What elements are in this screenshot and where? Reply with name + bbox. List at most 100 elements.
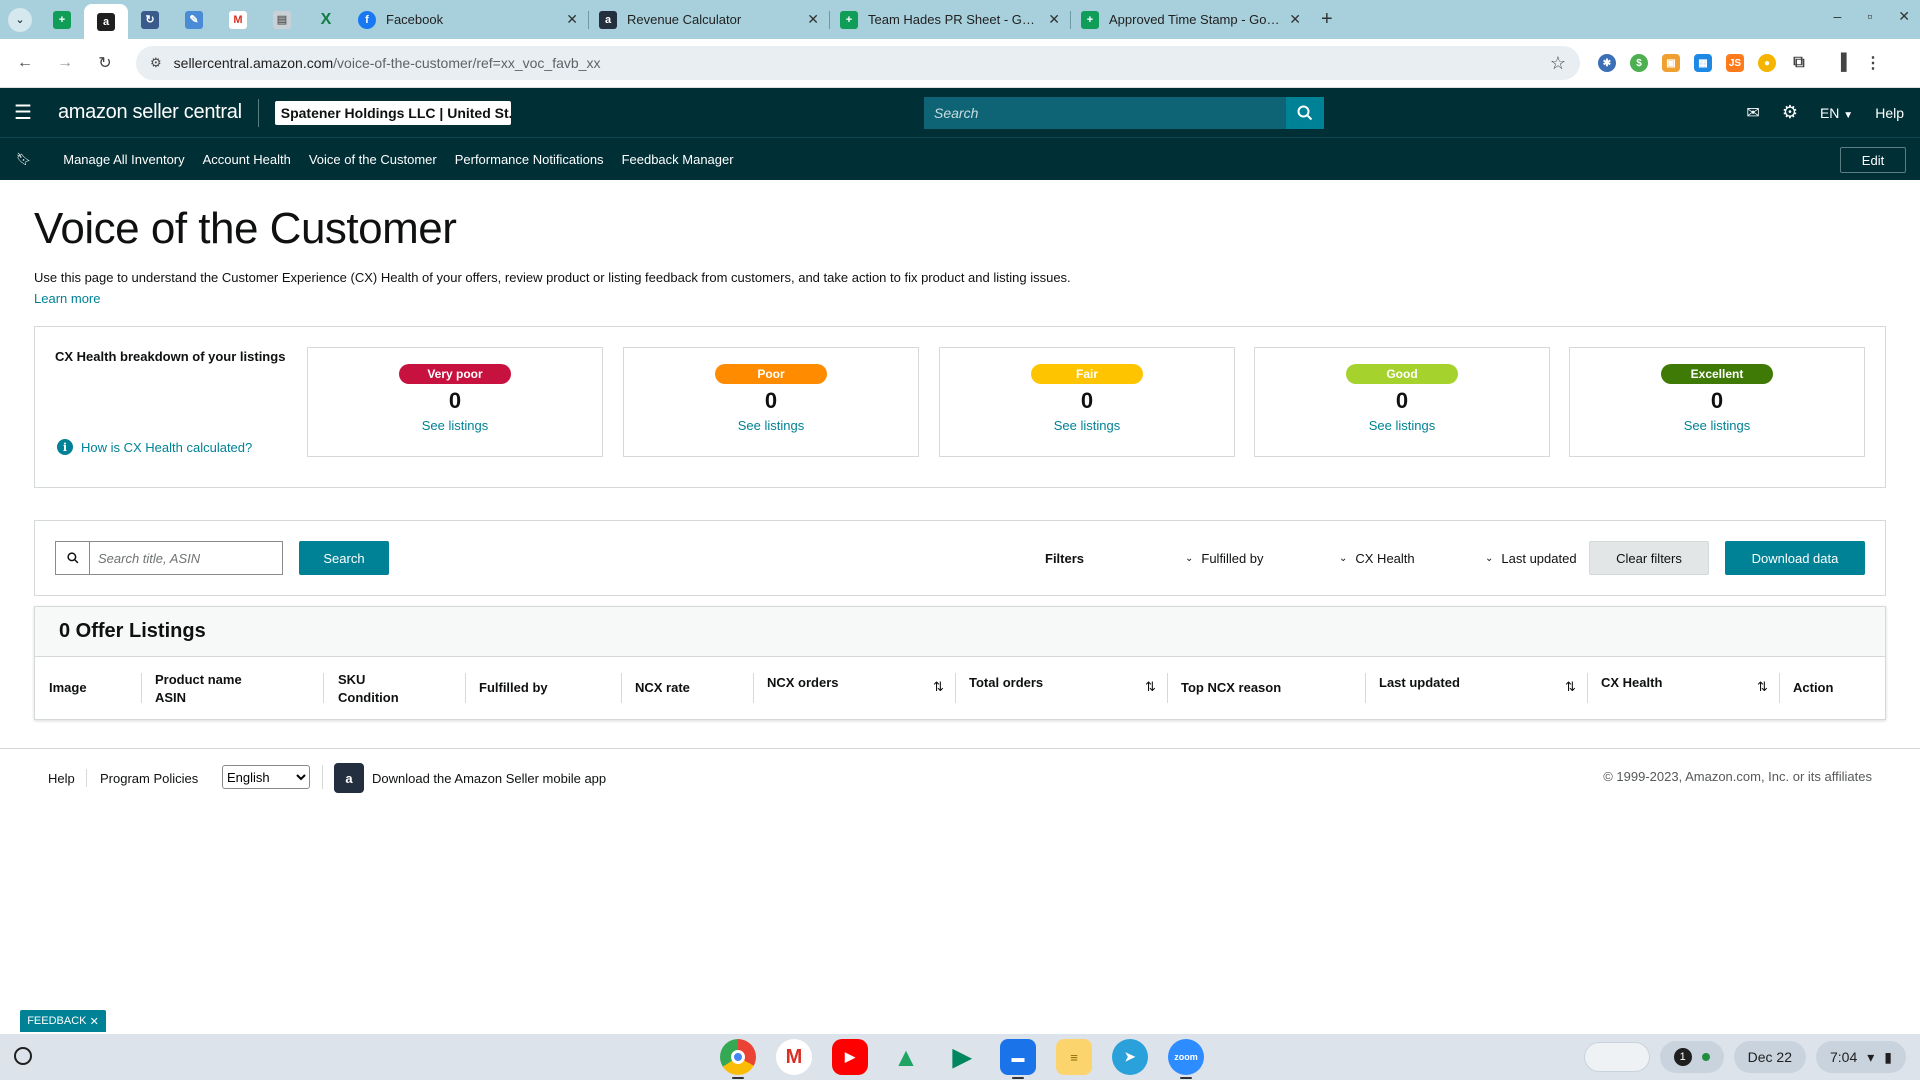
extension-icon[interactable]: ▦: [1694, 54, 1712, 72]
feedback-tab[interactable]: FEEDBACK ✕: [20, 1010, 106, 1032]
see-listings-link[interactable]: See listings: [1570, 418, 1864, 433]
zoom-icon[interactable]: zoom: [1168, 1039, 1204, 1079]
date-pill[interactable]: Dec 22: [1733, 1041, 1806, 1073]
fulfilled-by-dropdown[interactable]: ⌄ Fulfilled by: [1185, 551, 1264, 566]
tab-revenue-calculator[interactable]: a Revenue Calculator ✕: [589, 4, 829, 36]
see-listings-link[interactable]: See listings: [940, 418, 1234, 433]
seller-central-logo[interactable]: amazon seller central: [58, 101, 242, 124]
sort-icon[interactable]: ⇅: [1565, 679, 1576, 695]
nav-feedback-manager[interactable]: Feedback Manager: [622, 152, 734, 167]
side-panel-icon[interactable]: ▐: [1832, 54, 1850, 72]
notification-pill[interactable]: 1: [1659, 1041, 1724, 1073]
nav-voice-of-the-customer[interactable]: Voice of the Customer: [309, 152, 437, 167]
bookmark-star-icon[interactable]: ☆: [1550, 53, 1566, 74]
nav-account-health[interactable]: Account Health: [203, 152, 291, 167]
extension-icon[interactable]: $: [1630, 54, 1648, 72]
bookmark-icon[interactable]: 🔖︎: [16, 152, 31, 166]
tab-approved-time-stamp[interactable]: + Approved Time Stamp - Google ✕: [1071, 4, 1311, 36]
header-search-button[interactable]: [1286, 97, 1324, 129]
learn-more-link[interactable]: Learn more: [34, 291, 1886, 306]
hamburger-menu-icon[interactable]: ☰: [14, 100, 32, 125]
extension-icon[interactable]: ▣: [1662, 54, 1680, 72]
header-search-input[interactable]: [924, 97, 1286, 129]
pinned-tab-amazon[interactable]: a: [84, 4, 128, 39]
tab-search-button[interactable]: ⌄: [8, 7, 32, 32]
cx-health-dropdown[interactable]: ⌄ CX Health: [1339, 551, 1415, 566]
edit-bookmarks-button[interactable]: Edit: [1840, 147, 1906, 173]
column-header-cx-health[interactable]: CX Health: [1601, 674, 1662, 692]
site-info-icon[interactable]: ⚙: [150, 55, 162, 71]
extension-icon[interactable]: JS: [1726, 54, 1744, 72]
forward-arrow-icon[interactable]: →: [52, 54, 78, 72]
extension-icon[interactable]: ●: [1758, 54, 1776, 72]
close-icon[interactable]: ✕: [90, 1015, 99, 1028]
help-link[interactable]: Help: [1875, 105, 1904, 121]
extension-icon[interactable]: ✱: [1598, 54, 1616, 72]
see-listings-link[interactable]: See listings: [1255, 418, 1549, 433]
tab-team-hades[interactable]: + Team Hades PR Sheet - Google ✕: [830, 4, 1070, 36]
telegram-icon[interactable]: ➤: [1112, 1039, 1148, 1075]
language-selector[interactable]: EN ▼: [1820, 105, 1853, 121]
close-icon[interactable]: ✕: [1289, 11, 1301, 28]
status-area[interactable]: 7:04 ▾ ▮: [1816, 1041, 1906, 1073]
nav-performance-notifications[interactable]: Performance Notifications: [455, 152, 604, 167]
window-controls: – ▫ ✕: [1834, 8, 1911, 25]
pinned-tab-app[interactable]: ↻: [128, 4, 172, 36]
close-icon[interactable]: ✕: [1048, 11, 1060, 28]
window-thumbnails[interactable]: [1583, 1042, 1650, 1072]
pinned-tab-excel[interactable]: X: [304, 4, 348, 36]
column-header-fulfilled-by: Fulfilled by: [479, 680, 548, 695]
last-updated-dropdown[interactable]: ⌄ Last updated: [1485, 551, 1577, 566]
column-header-ncx-orders[interactable]: NCX orders: [767, 674, 839, 692]
play-store-icon[interactable]: ▶: [944, 1039, 980, 1075]
download-app-link[interactable]: Download the Amazon Seller mobile app: [372, 771, 606, 786]
chrome-icon[interactable]: [720, 1039, 756, 1079]
see-listings-link[interactable]: See listings: [624, 418, 918, 433]
youtube-icon[interactable]: ▶: [832, 1039, 868, 1075]
search-button[interactable]: Search: [299, 541, 389, 575]
listing-search-input[interactable]: [90, 550, 282, 566]
pinned-tab-edit[interactable]: ✎: [172, 4, 216, 36]
reload-icon[interactable]: ↻: [92, 53, 118, 73]
footer-help-link[interactable]: Help: [48, 771, 75, 786]
files-icon[interactable]: ▬: [1000, 1039, 1036, 1079]
download-data-button[interactable]: Download data: [1725, 541, 1865, 575]
close-icon[interactable]: ✕: [566, 11, 578, 28]
launcher-icon[interactable]: [14, 1047, 32, 1065]
column-header-sku[interactable]: SKU Condition: [338, 671, 399, 707]
notes-icon[interactable]: ≡: [1056, 1039, 1092, 1075]
new-tab-button[interactable]: +: [1321, 8, 1333, 31]
status-badge: Fair: [1031, 364, 1143, 384]
cx-health-how-link[interactable]: i How is CX Health calculated?: [57, 439, 252, 455]
pinned-tab-sheets[interactable]: +: [40, 4, 84, 36]
nav-manage-all-inventory[interactable]: Manage All Inventory: [63, 152, 184, 167]
more-menu-icon[interactable]: ⋮: [1864, 54, 1882, 72]
mail-icon[interactable]: ✉: [1746, 103, 1759, 123]
back-arrow-icon[interactable]: ←: [12, 54, 38, 72]
account-switcher[interactable]: Spatener Holdings LLC | United St...: [274, 100, 511, 125]
close-icon[interactable]: ✕: [807, 11, 819, 28]
column-header-total-orders[interactable]: Total orders: [969, 674, 1043, 692]
sort-icon[interactable]: ⇅: [1145, 679, 1156, 695]
footer-language-select[interactable]: English: [222, 765, 310, 789]
url-field[interactable]: ⚙ sellercentral.amazon.com/voice-of-the-…: [136, 46, 1580, 80]
sort-icon[interactable]: ⇅: [1757, 679, 1768, 695]
minimize-icon[interactable]: –: [1834, 8, 1842, 25]
sort-icon[interactable]: ⇅: [933, 679, 944, 695]
program-policies-link[interactable]: Program Policies: [100, 771, 198, 786]
see-listings-link[interactable]: See listings: [308, 418, 602, 433]
column-header-product-name[interactable]: Product name ASIN: [155, 671, 242, 707]
column-header-last-updated[interactable]: Last updated: [1379, 674, 1460, 692]
search-icon: [1297, 105, 1313, 121]
pinned-tab-doc[interactable]: ▤: [260, 4, 304, 36]
gmail-icon[interactable]: M: [776, 1039, 812, 1075]
close-window-icon[interactable]: ✕: [1898, 8, 1910, 25]
gear-icon[interactable]: ⚙: [1782, 102, 1798, 123]
drive-icon[interactable]: ▲: [888, 1039, 924, 1075]
amazon-seller-app-icon[interactable]: a: [334, 763, 364, 793]
clear-filters-button[interactable]: Clear filters: [1589, 541, 1709, 575]
puzzle-icon[interactable]: ⧉: [1790, 54, 1808, 72]
tab-facebook[interactable]: f Facebook ✕: [348, 4, 588, 36]
maximize-icon[interactable]: ▫: [1867, 8, 1872, 25]
pinned-tab-gmail[interactable]: M: [216, 4, 260, 36]
